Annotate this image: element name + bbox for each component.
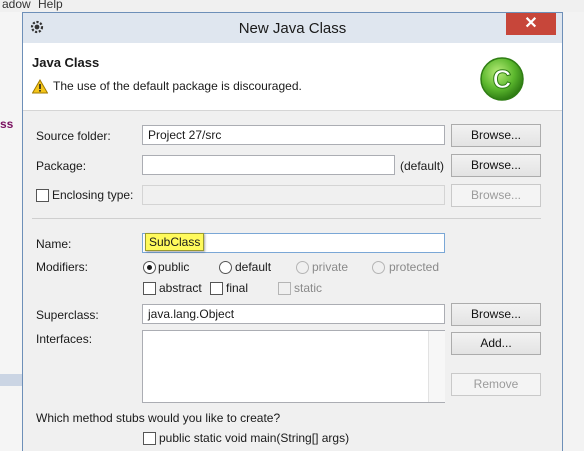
remove-interface-button[interactable]: Remove: [451, 373, 541, 396]
wizard-message: The use of the default package is discou…: [53, 79, 302, 93]
name-field[interactable]: SubClass: [142, 233, 445, 253]
static-checkbox[interactable]: [278, 282, 291, 295]
ide-menu-window[interactable]: adow: [2, 0, 31, 11]
private-radio[interactable]: [296, 261, 309, 274]
interfaces-label: Interfaces:: [36, 332, 93, 346]
name-value-highlight: SubClass: [145, 233, 205, 251]
separator: [32, 218, 541, 219]
close-button[interactable]: ✕: [506, 13, 556, 35]
enclosing-type-field[interactable]: [142, 185, 445, 205]
source-folder-label: Source folder:: [36, 129, 111, 143]
add-interface-button[interactable]: Add...: [451, 332, 541, 355]
default-radio[interactable]: [219, 261, 232, 274]
name-label: Name:: [36, 237, 72, 251]
dialog-title: New Java Class: [238, 20, 347, 37]
static-label: static: [294, 281, 323, 295]
abstract-checkbox[interactable]: [143, 282, 156, 295]
superclass-browse-button[interactable]: Browse...: [451, 303, 541, 326]
enclosing-type-checkbox[interactable]: [36, 189, 49, 202]
interfaces-list[interactable]: [142, 330, 445, 403]
ide-menubar: [0, 0, 584, 12]
wizard-title: Java Class: [32, 55, 100, 70]
package-label: Package:: [36, 159, 87, 173]
source-folder-field[interactable]: Project 27/src: [142, 125, 445, 145]
method-stubs-question: Which method stubs would you like to cre…: [36, 411, 281, 425]
ide-right-edge: [563, 12, 584, 451]
main-method-label: public static void main(String[] args): [159, 431, 350, 445]
enclosing-type-browse-button[interactable]: Browse...: [451, 184, 541, 207]
ide-menu-help[interactable]: Help: [38, 0, 63, 11]
package-default-label: (default): [400, 159, 445, 173]
default-label: default: [235, 260, 272, 274]
ide-selection-band: [0, 374, 22, 386]
superclass-field[interactable]: java.lang.Object: [142, 304, 445, 324]
package-field[interactable]: [142, 155, 395, 175]
enclosing-type-label: Enclosing type:: [52, 188, 134, 202]
protected-label: protected: [389, 260, 440, 274]
public-radio[interactable]: [143, 261, 156, 274]
main-method-checkbox[interactable]: [143, 432, 156, 445]
logo-letter: C: [493, 64, 512, 94]
protected-radio[interactable]: [372, 261, 385, 274]
warning-icon: [32, 79, 48, 94]
final-label: final: [226, 281, 249, 295]
final-checkbox[interactable]: [210, 282, 223, 295]
package-browse-button[interactable]: Browse...: [451, 154, 541, 177]
abstract-label: abstract: [159, 281, 202, 295]
public-label: public: [158, 260, 190, 274]
private-label: private: [312, 260, 349, 274]
modifiers-label: Modifiers:: [36, 260, 89, 274]
ide-editor-text: ss: [0, 117, 14, 131]
superclass-label: Superclass:: [36, 308, 99, 322]
interfaces-scrollbar[interactable]: [428, 331, 445, 402]
source-folder-browse-button[interactable]: Browse...: [451, 124, 541, 147]
java-class-logo-icon: C: [480, 57, 524, 101]
